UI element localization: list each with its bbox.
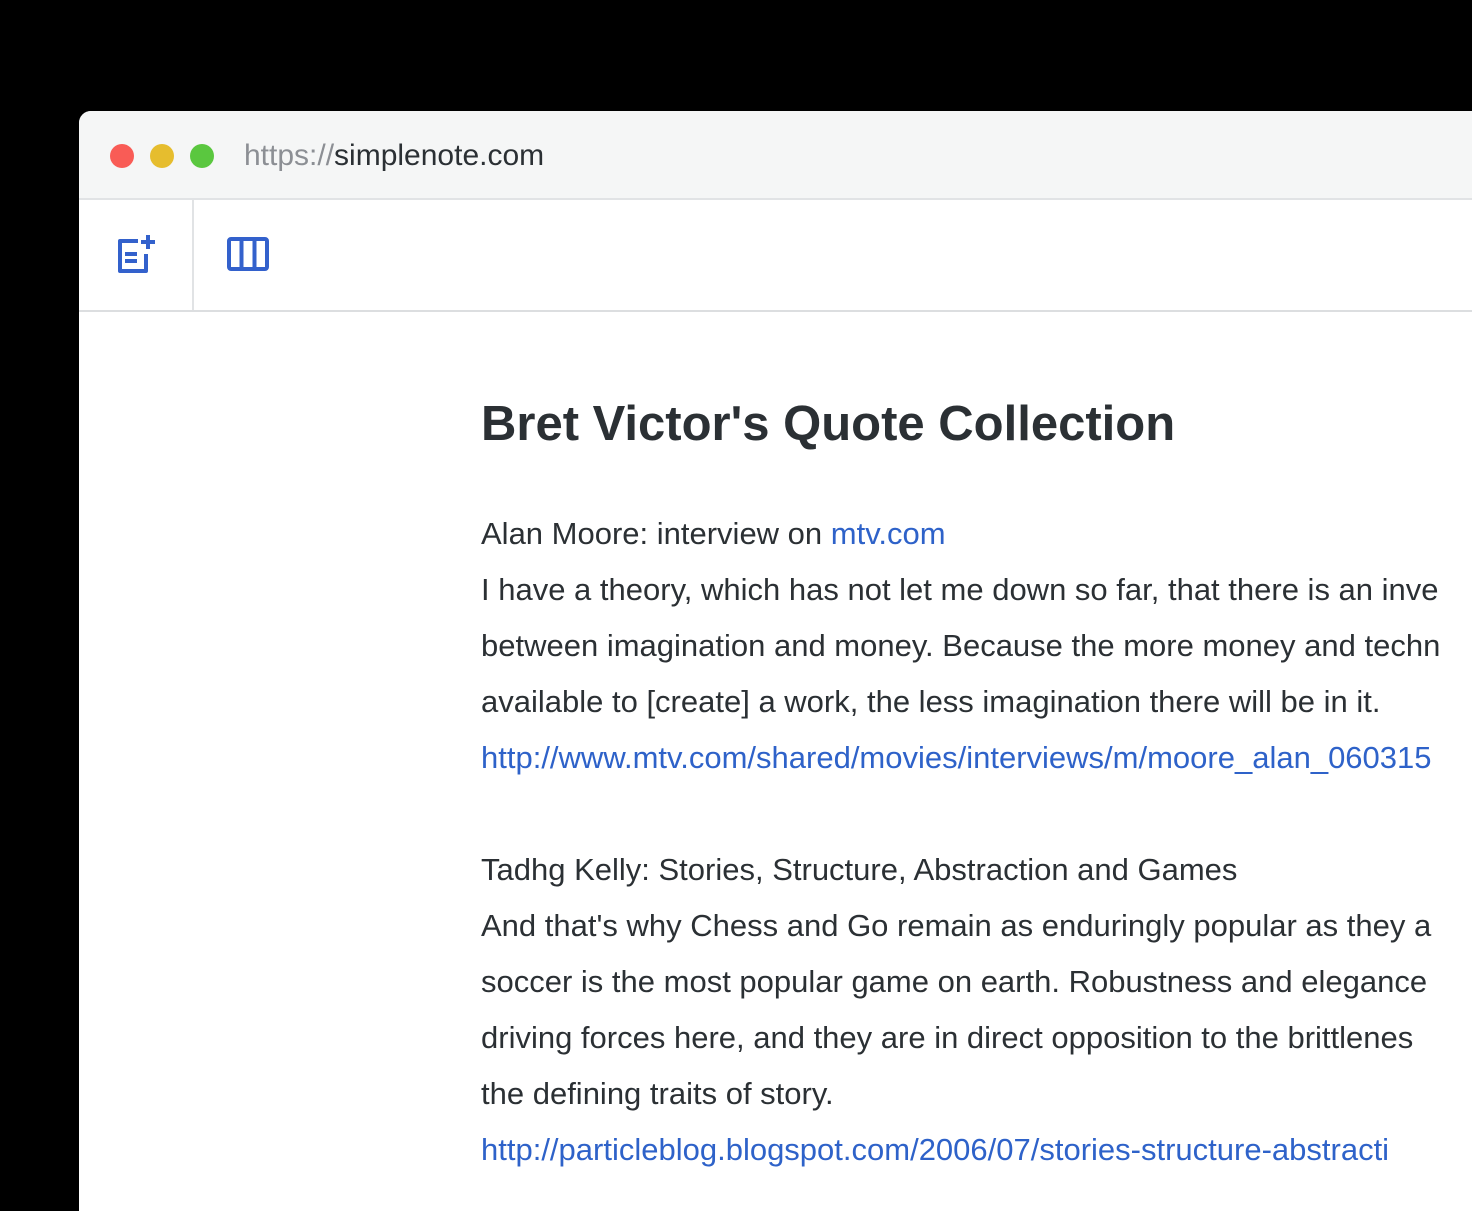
- entry-1-source-text: Alan Moore: interview on: [481, 516, 831, 551]
- url-scheme: https://: [244, 139, 335, 172]
- browser-titlebar: https://simplenote.com: [79, 111, 1472, 200]
- entry-1-url-link[interactable]: http://www.mtv.com/shared/movies/intervi…: [481, 740, 1432, 775]
- entry-1-quote-line: available to [create] a work, the less i…: [481, 684, 1381, 719]
- entry-2-quote-line: driving forces here, and they are in dir…: [481, 1020, 1414, 1055]
- close-window-button[interactable]: [110, 144, 134, 168]
- url-host: simplenote.com: [334, 139, 545, 172]
- maximize-window-button[interactable]: [190, 144, 214, 168]
- toggle-sidebar-button[interactable]: [224, 230, 272, 278]
- new-note-icon: [118, 235, 155, 273]
- entry-2-quote-line: soccer is the most popular game on earth…: [481, 964, 1428, 999]
- entry-2-source: Tadhg Kelly: Stories, Structure, Abstrac…: [481, 852, 1238, 887]
- new-note-button[interactable]: [110, 230, 158, 278]
- columns-icon: [227, 237, 269, 271]
- note-body[interactable]: Alan Moore: interview on mtv.com I have …: [481, 506, 1440, 1178]
- entry-2-quote-line: And that's why Chess and Go remain as en…: [481, 908, 1432, 943]
- entry-1-url-line: http://www.mtv.com/shared/movies/intervi…: [481, 730, 1440, 786]
- address-bar[interactable]: https://simplenote.com: [244, 139, 544, 173]
- entry-1-source-link[interactable]: mtv.com: [831, 516, 946, 551]
- entry-2-url-line: http://particleblog.blogspot.com/2006/07…: [481, 1122, 1440, 1178]
- app-toolbar: [79, 200, 1472, 312]
- toolbar-divider: [192, 200, 194, 310]
- entry-2-url-link[interactable]: http://particleblog.blogspot.com/2006/07…: [481, 1132, 1389, 1167]
- note-title[interactable]: Bret Victor's Quote Collection: [481, 394, 1175, 454]
- entry-1-source: Alan Moore: interview on mtv.com: [481, 506, 1440, 562]
- entry-1-quote-line: between imagination and money. Because t…: [481, 628, 1441, 663]
- minimize-window-button[interactable]: [150, 144, 174, 168]
- browser-window: https://simplenote.com Bret Victor's Quo…: [79, 111, 1472, 1211]
- entry-1-quote-line: I have a theory, which has not let me do…: [481, 572, 1439, 607]
- entry-2-quote-line: the defining traits of story.: [481, 1076, 834, 1111]
